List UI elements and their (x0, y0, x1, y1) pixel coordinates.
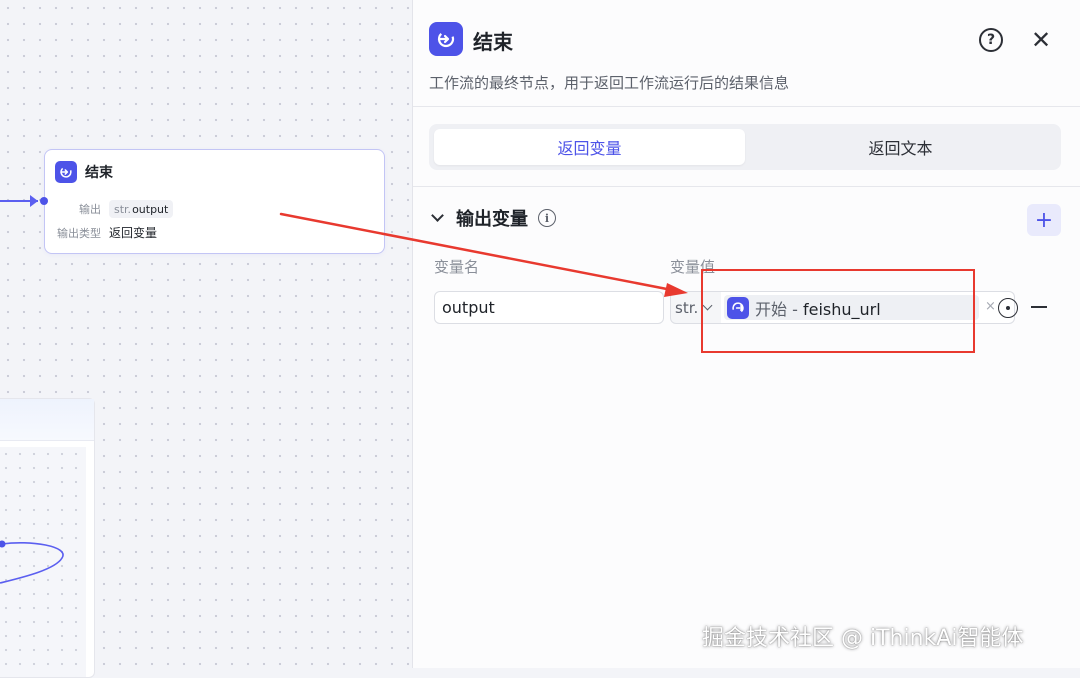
section-title: 输出变量 (456, 209, 528, 230)
node-config-panel: 结束 ? ✕ 工作流的最终节点，用于返回工作流运行后的结果信息 返回变量 返回文… (412, 0, 1080, 668)
picker-dot (1006, 306, 1010, 310)
variable-picker-icon[interactable] (998, 298, 1018, 318)
plus-icon: + (1034, 207, 1054, 233)
chevron-down-icon (702, 300, 713, 311)
close-label: ✕ (1030, 26, 1052, 54)
node-output-name: output (132, 202, 169, 216)
start-node-icon (727, 296, 749, 319)
end-node-icon (429, 22, 463, 56)
reference-node-name: 开始 (755, 299, 788, 319)
end-node-input-port[interactable] (40, 197, 48, 205)
column-header-value: 变量值 (670, 258, 716, 276)
workflow-canvas[interactable]: 结束 输出 str. output 输出类型 返回变量 (0, 0, 412, 678)
tab-return-text[interactable]: 返回文本 (745, 129, 1056, 165)
end-node-header: 结束 (55, 161, 113, 183)
divider (413, 106, 1080, 107)
tab-return-variable[interactable]: 返回变量 (434, 129, 745, 165)
minus-icon[interactable] (1031, 306, 1047, 308)
chevron-down-icon[interactable] (431, 209, 444, 222)
variable-reference-text: 开始 - feishu_url (755, 296, 881, 320)
node-output-tag: str. output (109, 200, 174, 218)
node-output-type: str. (114, 202, 132, 216)
variable-type-label: str. (675, 298, 699, 317)
incoming-edge-arrowhead (30, 195, 38, 207)
panel-title: 结束 (473, 30, 513, 54)
question-circle-icon[interactable]: ? (979, 28, 1003, 52)
clear-reference-icon[interactable]: × (985, 299, 996, 314)
end-node-card[interactable]: 结束 输出 str. output 输出类型 返回变量 (44, 149, 385, 254)
variable-reference-tag[interactable]: 开始 - feishu_url (724, 295, 979, 320)
output-variables-header: 输出变量 i (429, 205, 556, 231)
variable-type-select[interactable]: str. (670, 291, 722, 324)
end-node-icon (55, 161, 77, 183)
variable-name-input[interactable] (434, 291, 664, 324)
loop-edge (0, 540, 64, 584)
help-label: ? (986, 32, 996, 48)
variable-value-field[interactable]: 开始 - feishu_url × (721, 291, 1018, 324)
divider (413, 186, 1080, 187)
node-output-label: 输出 (79, 203, 101, 216)
add-variable-button[interactable]: + (1027, 204, 1061, 236)
panel-description: 工作流的最终节点，用于返回工作流运行后的结果信息 (429, 74, 790, 92)
info-icon[interactable]: i (538, 209, 556, 227)
node-output-type-row: 输出类型 返回变量 (55, 224, 157, 241)
node-output-type-value: 返回变量 (109, 226, 158, 240)
end-node-title: 结束 (85, 165, 113, 181)
node-output-type-label: 输出类型 (57, 226, 101, 240)
reference-variable-name: feishu_url (802, 299, 881, 319)
close-icon[interactable]: ✕ (1029, 26, 1053, 54)
reference-separator: - (787, 299, 803, 319)
watermark: 掘金技术社区 @ iThinkAi智能体 (702, 626, 1024, 651)
output-mode-tabs: 返回变量 返回文本 (429, 124, 1061, 170)
node-output-row: 输出 str. output (55, 200, 174, 218)
column-header-name: 变量名 (434, 258, 480, 276)
partial-node-header (0, 399, 94, 441)
info-label: i (544, 211, 550, 225)
